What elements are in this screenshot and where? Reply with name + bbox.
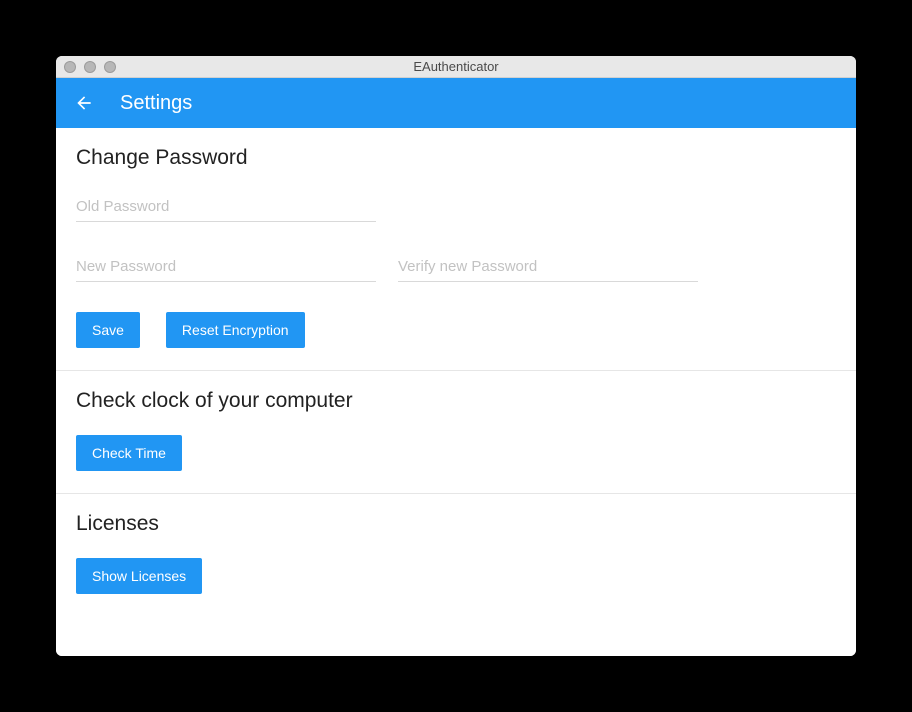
old-password-input[interactable]	[76, 192, 376, 222]
check-time-button[interactable]: Check Time	[76, 435, 182, 471]
old-password-row	[76, 192, 836, 222]
licenses-button-row: Show Licenses	[76, 558, 836, 594]
licenses-heading: Licenses	[76, 512, 836, 536]
save-button[interactable]: Save	[76, 312, 140, 348]
window-close-button[interactable]	[64, 61, 76, 73]
window-titlebar: EAuthenticator	[56, 56, 856, 78]
page-title: Settings	[120, 92, 192, 115]
show-licenses-button[interactable]: Show Licenses	[76, 558, 202, 594]
new-password-row	[76, 252, 836, 282]
window-controls	[56, 61, 116, 73]
change-password-section: Change Password Save Reset Encryption	[56, 128, 856, 371]
window-zoom-button[interactable]	[104, 61, 116, 73]
app-window: EAuthenticator Settings Change Password	[56, 56, 856, 656]
password-button-row: Save Reset Encryption	[76, 312, 836, 348]
window-title: EAuthenticator	[56, 59, 856, 74]
old-password-field-wrapper	[76, 192, 376, 222]
back-arrow-icon[interactable]	[72, 91, 96, 115]
window-minimize-button[interactable]	[84, 61, 96, 73]
clock-button-row: Check Time	[76, 435, 836, 471]
licenses-section: Licenses Show Licenses	[56, 494, 856, 616]
content-area: Change Password Save Reset Encryption	[56, 128, 856, 656]
new-password-input[interactable]	[76, 252, 376, 282]
app-header: Settings	[56, 78, 856, 128]
reset-encryption-button[interactable]: Reset Encryption	[166, 312, 305, 348]
verify-password-input[interactable]	[398, 252, 698, 282]
verify-password-field-wrapper	[398, 252, 698, 282]
clock-heading: Check clock of your computer	[76, 389, 836, 413]
change-password-heading: Change Password	[76, 146, 836, 170]
clock-section: Check clock of your computer Check Time	[56, 371, 856, 494]
new-password-field-wrapper	[76, 252, 376, 282]
